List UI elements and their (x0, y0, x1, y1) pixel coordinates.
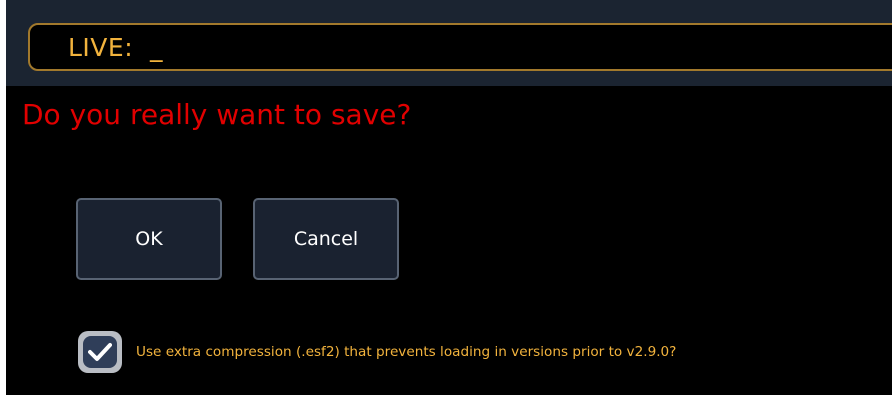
save-dialog-screen: LIVE: _ Do you really want to save? OK C… (6, 0, 892, 395)
ok-button-label: OK (135, 228, 163, 250)
command-line-text: LIVE: _ (68, 32, 164, 62)
cancel-button-label: Cancel (293, 228, 359, 250)
command-line-bar: LIVE: _ (6, 0, 892, 86)
checkbox-face (83, 336, 117, 368)
checkmark-icon (88, 343, 112, 361)
command-line-input[interactable]: LIVE: _ (28, 23, 892, 71)
save-confirmation-question: Do you really want to save? (22, 98, 412, 131)
ok-button[interactable]: OK (76, 198, 222, 280)
extra-compression-checkbox[interactable] (78, 331, 122, 373)
extra-compression-label: Use extra compression (.esf2) that preve… (136, 344, 677, 360)
extra-compression-option: Use extra compression (.esf2) that preve… (78, 331, 676, 373)
cancel-button[interactable]: Cancel (253, 198, 399, 280)
